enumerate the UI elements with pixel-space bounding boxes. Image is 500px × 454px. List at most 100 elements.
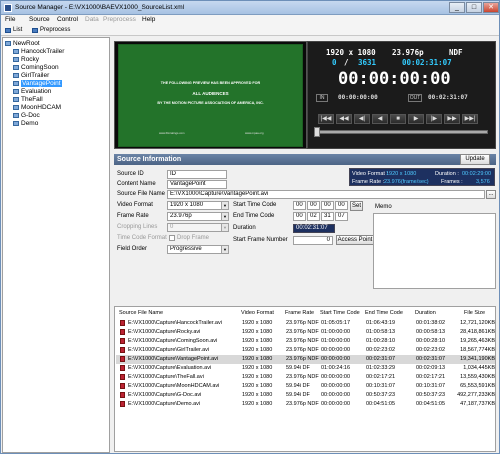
cell-end-tc: 00:02:23:02 — [366, 347, 396, 353]
tree-item-selected[interactable]: VantagePoint — [13, 80, 62, 88]
stop-button[interactable]: ■ — [390, 114, 406, 124]
field-order-select[interactable]: Progressive ▼ — [167, 245, 229, 254]
duration-value: 00:02:31:07 — [293, 224, 335, 233]
menu-file[interactable]: File — [5, 16, 15, 23]
browse-button[interactable]: ... — [486, 190, 496, 199]
vf-duration-label: Duration : — [435, 171, 459, 177]
access-point-button[interactable]: Access Point — [336, 235, 374, 245]
table-row[interactable]: E:\VX1000\Capture\Demo.avi 1920 x 1080 23.… — [116, 400, 495, 409]
fr-value: 23.976(frame/sec) — [384, 179, 429, 185]
out-timecode: 00:02:31:07 — [428, 94, 468, 101]
start-tc-frames[interactable]: 00 — [335, 201, 348, 210]
end-tc-hours[interactable]: 00 — [293, 212, 306, 221]
source-id-label: Source ID — [117, 171, 144, 177]
video-format-select[interactable]: 1920 x 1080 ▼ — [167, 201, 229, 210]
tc-total-frames: 3631 — [358, 58, 377, 67]
tree-item[interactable]: GirlTrailer — [13, 72, 49, 80]
out-label[interactable]: OUT — [408, 94, 422, 102]
start-tc-label: Start Time Code — [233, 202, 277, 208]
col-header-video-format[interactable]: Video Format — [241, 310, 274, 316]
cell-file-name: E:\VX1000\Capture\GirlTrailer.avi — [128, 347, 210, 353]
table-row[interactable]: E:\VX1000\Capture\ComingSoon.avi 1920 x 1… — [116, 337, 495, 346]
drop-frame-checkbox[interactable] — [169, 235, 175, 241]
col-header-start-tc[interactable]: Start Time Code — [320, 310, 360, 316]
play-reverse-button[interactable]: ◀ — [372, 114, 388, 124]
table-row[interactable]: E:\VX1000\Capture\TheFall.avi 1920 x 1080… — [116, 373, 495, 382]
table-row[interactable]: E:\VX1000\Capture\Rocky.avi 1920 x 1080 23… — [116, 328, 495, 337]
list-button[interactable]: List — [4, 26, 22, 35]
start-tc-hours[interactable]: 00 — [293, 201, 306, 210]
step-forward-button[interactable]: |▶ — [426, 114, 442, 124]
content-name-field[interactable]: VantagePoint — [167, 180, 227, 189]
maximize-button[interactable]: □ — [466, 2, 482, 13]
preprocess-button[interactable]: Preprocess — [31, 26, 70, 35]
col-header-duration[interactable]: Duration — [415, 310, 436, 316]
rewind-button[interactable]: ◀◀ — [336, 114, 352, 124]
start-tc-seconds[interactable]: 00 — [321, 201, 334, 210]
tc-duration: 00:02:31:07 — [402, 58, 452, 67]
duration-label: Duration — [233, 225, 256, 231]
tree-item[interactable]: MoonHDCAM — [13, 104, 61, 112]
list-icon — [5, 28, 11, 33]
tree-item[interactable]: Demo — [13, 120, 38, 128]
video-file-icon — [120, 374, 125, 380]
col-header-frame-rate[interactable]: Frame Rate — [285, 310, 314, 316]
tc-frame: 0 — [332, 58, 337, 67]
menu-preprocess[interactable]: Preprocess — [103, 16, 136, 23]
seek-thumb[interactable] — [314, 127, 320, 137]
cell-file-size: 13,559,430KB — [460, 374, 495, 380]
step-back-button[interactable]: ◀| — [354, 114, 370, 124]
tree-item[interactable]: G-Doc — [13, 112, 40, 120]
frame-rate-select[interactable]: 23.976p ▼ — [167, 212, 229, 221]
menu-source[interactable]: Source — [29, 16, 50, 23]
tree-item[interactable]: Evaluation — [13, 88, 51, 96]
in-label[interactable]: IN — [316, 94, 328, 102]
start-frame-field[interactable]: 0 — [293, 236, 333, 245]
table-row[interactable]: E:\VX1000\Capture\G-Doc.avi 1920 x 1080 59… — [116, 391, 495, 400]
cell-frame-rate: 23.976p NDF — [286, 347, 319, 353]
source-id-field[interactable]: ID — [167, 170, 227, 179]
table-row[interactable]: E:\VX1000\Capture\GirlTrailer.avi 1920 x … — [116, 346, 495, 355]
tree-item[interactable]: Rocky — [13, 56, 39, 64]
source-tree[interactable]: NewRoot HancockTrailer Rocky ComingSoon … — [2, 37, 110, 453]
end-tc-seconds[interactable]: 31 — [321, 212, 334, 221]
cropping-select[interactable]: 0 ▼ — [167, 223, 229, 232]
tree-item[interactable]: ComingSoon — [13, 64, 59, 72]
menu-help[interactable]: Help — [142, 16, 155, 23]
tree-root[interactable]: NewRoot — [5, 40, 40, 48]
end-tc-frames[interactable]: 07 — [335, 212, 348, 221]
cell-end-tc: 00:10:31:07 — [366, 383, 396, 389]
tree-item[interactable]: HancockTrailer — [13, 48, 64, 56]
play-button[interactable]: ▶ — [408, 114, 424, 124]
goto-end-button[interactable]: ▶▶| — [462, 114, 478, 124]
file-name-field[interactable]: E:\VX1000\Capture\VantagePoint.avi — [167, 190, 485, 199]
title-bar[interactable]: Source Manager - E:\VX1000\BAEVX1000_Sou… — [1, 1, 499, 15]
table-row[interactable]: E:\VX1000\Capture\Evaluation.avi 1920 x 1… — [116, 364, 495, 373]
cell-file-size: 1,034,445KB — [463, 365, 495, 371]
tree-item[interactable]: TheFall — [13, 96, 43, 104]
preprocess-icon — [32, 28, 38, 33]
goto-start-button[interactable]: |◀◀ — [318, 114, 334, 124]
source-icon — [13, 57, 19, 62]
minimize-button[interactable]: _ — [449, 2, 465, 13]
table-row[interactable]: E:\VX1000\Capture\MoonHDCAM.avi 1920 x 10… — [116, 382, 495, 391]
close-button[interactable]: ✕ — [483, 2, 499, 13]
fast-forward-button[interactable]: ▶▶ — [444, 114, 460, 124]
menu-control[interactable]: Control — [57, 16, 78, 23]
cell-frame-rate: 23.976p NDF — [286, 401, 319, 407]
start-tc-minutes[interactable]: 00 — [307, 201, 320, 210]
update-button[interactable]: Update — [460, 154, 490, 165]
source-icon — [13, 81, 19, 86]
memo-field[interactable] — [373, 213, 496, 289]
end-tc-minutes[interactable]: 02 — [307, 212, 320, 221]
table-row[interactable]: E:\VX1000\Capture\VantagePoint.avi 1920 x… — [116, 355, 495, 364]
col-header-file-name[interactable]: Source File Name — [119, 310, 163, 316]
col-header-file-size[interactable]: File Size — [464, 310, 485, 316]
col-header-end-tc[interactable]: End Time Code — [365, 310, 403, 316]
set-button[interactable]: Set — [350, 201, 363, 211]
table-row[interactable]: E:\VX1000\Capture\HancockTrailer.avi 1920… — [116, 319, 495, 328]
tree-item-label: ComingSoon — [21, 64, 59, 71]
menu-data[interactable]: Data — [85, 16, 99, 23]
seek-bar[interactable] — [316, 130, 488, 134]
cell-frame-rate: 59.94i DF — [286, 365, 310, 371]
